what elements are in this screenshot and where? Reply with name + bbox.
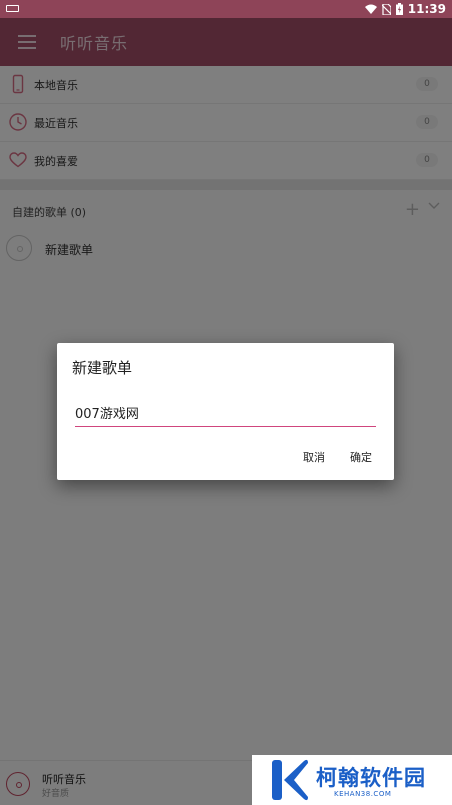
watermark-text: 柯翰软件园 — [316, 766, 426, 790]
status-time: 11:39 — [407, 2, 446, 16]
cancel-button[interactable]: 取消 — [303, 449, 325, 465]
watermark: 柯翰软件园 KEHAN38.COM — [252, 755, 452, 805]
wifi-icon — [364, 4, 377, 14]
battery-icon — [395, 3, 403, 15]
watermark-domain: KEHAN38.COM — [334, 790, 392, 798]
new-playlist-dialog: 新建歌单 取消 确定 — [57, 343, 394, 480]
keyboard-icon — [6, 5, 19, 12]
status-bar: 11:39 — [0, 0, 452, 18]
playlist-name-field — [75, 399, 376, 427]
confirm-button[interactable]: 确定 — [350, 449, 372, 465]
playlist-name-input[interactable] — [75, 399, 376, 425]
no-sim-icon — [381, 3, 391, 15]
watermark-logo — [272, 759, 308, 801]
dialog-title: 新建歌单 — [72, 359, 133, 377]
